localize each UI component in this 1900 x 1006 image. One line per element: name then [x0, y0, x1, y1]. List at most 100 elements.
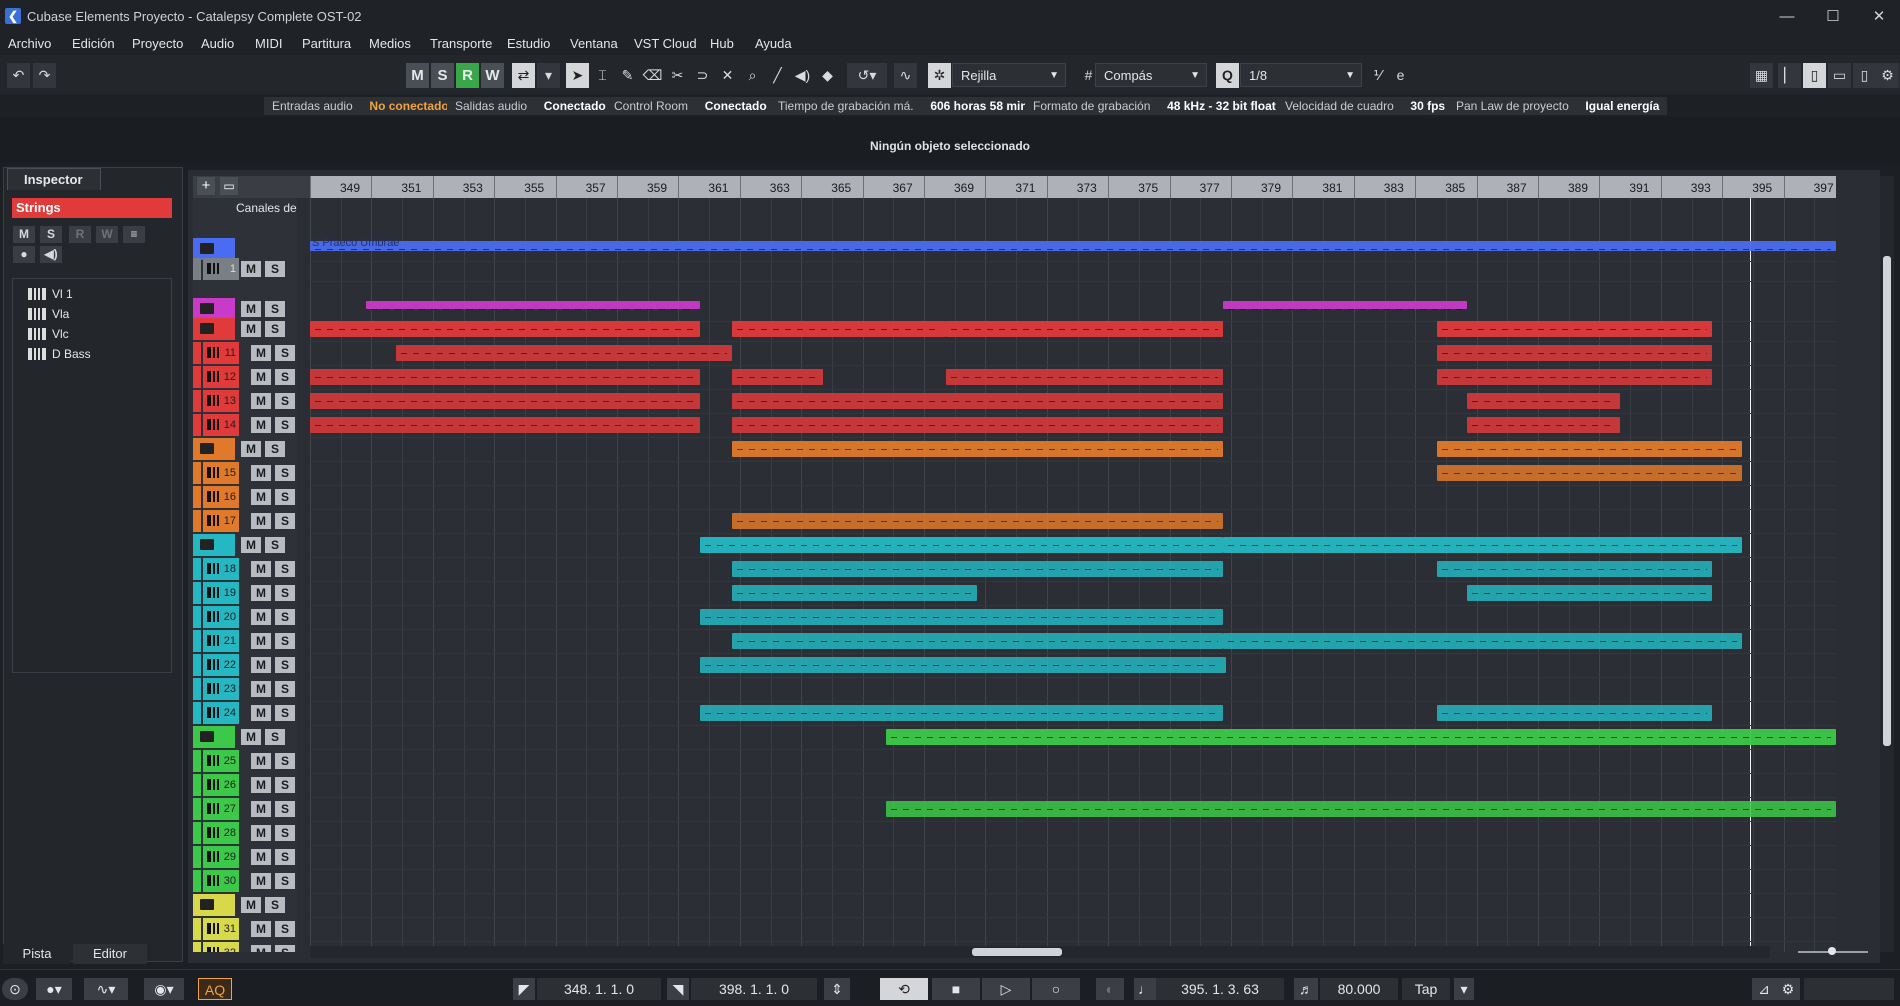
punch-icon[interactable]: ⇕	[824, 978, 850, 1000]
signature-menu-icon[interactable]: ▾	[1454, 978, 1474, 1000]
menu-hub[interactable]: Hub	[710, 36, 734, 51]
track-solo-button[interactable]: S	[275, 777, 295, 793]
inspector-mute-button[interactable]: M	[13, 226, 35, 243]
timeline-ruler[interactable]: 349 351 353 355 357 359 361 363 365 367 369 371 373 3…	[310, 176, 1836, 198]
add-track-icon[interactable]: +	[197, 177, 215, 195]
track-mute-button[interactable]: M	[251, 369, 271, 385]
track-mute-button[interactable]: M	[251, 465, 271, 481]
track-row[interactable]: 32 MS	[193, 942, 297, 952]
track-mute-button[interactable]: M	[251, 393, 271, 409]
midi-part[interactable]	[732, 393, 1223, 409]
midi-part[interactable]	[310, 321, 700, 337]
track-row[interactable]: 18 M S	[193, 558, 297, 580]
track-mute-button[interactable]: M	[251, 705, 271, 721]
left-locator-icon[interactable]: ◤	[513, 978, 535, 1000]
record-enable-icon[interactable]: ●	[13, 246, 35, 263]
color-tool-icon[interactable]: ◆	[816, 63, 839, 88]
track-solo-button[interactable]: S	[275, 945, 295, 952]
inspector-item[interactable]: Vl 1	[28, 287, 73, 301]
track-mute-button[interactable]: M	[251, 753, 271, 769]
track-row[interactable]: 28 M S	[193, 822, 297, 844]
menu-ventana[interactable]: Ventana	[570, 36, 618, 51]
track-solo-button[interactable]: S	[275, 513, 295, 529]
iterative-quantize-icon[interactable]: e	[1389, 63, 1412, 88]
left-locator-field[interactable]: 348. 1. 1. 0	[537, 978, 661, 1000]
midi-part[interactable]	[310, 241, 1836, 251]
track-mute-button[interactable]: M	[241, 321, 261, 337]
track-mute-button[interactable]: M	[251, 849, 271, 865]
track-solo-button[interactable]: S	[275, 657, 295, 673]
track-mute-button[interactable]: M	[251, 489, 271, 505]
horizontal-scrollbar[interactable]	[310, 946, 1770, 958]
line-icon[interactable]: ╱	[766, 63, 789, 88]
inspector-write-button[interactable]: W	[96, 226, 118, 243]
menu-vst-cloud[interactable]: VST Cloud	[634, 36, 697, 51]
track-mute-button[interactable]: M	[251, 777, 271, 793]
inspector-track-name[interactable]: Strings	[12, 198, 172, 218]
menu-edicion[interactable]: Edición	[72, 36, 115, 51]
solo-all-button[interactable]: S	[431, 63, 454, 88]
midi-part[interactable]	[732, 633, 1223, 649]
midi-part[interactable]	[1437, 465, 1742, 481]
track-solo-button[interactable]: S	[275, 753, 295, 769]
minimize-button[interactable]: —	[1764, 4, 1810, 30]
midi-part[interactable]	[1467, 393, 1620, 409]
track-row[interactable]	[193, 238, 297, 260]
redo-button[interactable]: ↷	[33, 63, 56, 88]
track-solo-button[interactable]: S	[275, 921, 295, 937]
track-row[interactable]: 16 M S	[193, 486, 297, 508]
midi-part[interactable]	[310, 393, 700, 409]
track-solo-button[interactable]: S	[275, 345, 295, 361]
midi-part[interactable]	[1223, 537, 1742, 553]
folder-icon[interactable]	[200, 539, 214, 550]
play-button[interactable]: ▷	[982, 978, 1030, 1000]
midi-part[interactable]	[310, 369, 700, 385]
track-solo-button[interactable]: S	[275, 393, 295, 409]
track-row[interactable]: 11 M S	[193, 342, 297, 364]
add-folder-icon[interactable]: ▭	[220, 177, 238, 195]
tap-tempo-button[interactable]: Tap	[1402, 978, 1450, 1000]
tab-editor[interactable]: Editor	[73, 944, 147, 964]
track-mute-button[interactable]: M	[251, 657, 271, 673]
track-solo-button[interactable]: S	[275, 585, 295, 601]
midi-part[interactable]	[1437, 321, 1712, 337]
midi-part[interactable]	[1223, 633, 1742, 649]
play-tool-icon[interactable]: ◀)	[791, 63, 814, 88]
track-row[interactable]: 21 M S	[193, 630, 297, 652]
track-mute-button[interactable]: M	[251, 561, 271, 577]
midi-part[interactable]	[886, 729, 1836, 745]
event-display[interactable]	[310, 198, 1836, 952]
monitor-icon[interactable]: ◀)	[40, 246, 62, 263]
record-button[interactable]: ○	[1032, 978, 1080, 1000]
read-automation-button[interactable]: R	[456, 63, 479, 88]
track-row[interactable]: 26 M S	[193, 774, 297, 796]
track-row[interactable]: 14 M S	[193, 414, 297, 436]
track-mute-button[interactable]: M	[251, 513, 271, 529]
zoom-handle[interactable]	[1828, 947, 1836, 955]
track-row[interactable]: 17 M S	[193, 510, 297, 532]
track-mute-button[interactable]: M	[241, 261, 261, 277]
midi-part[interactable]	[946, 321, 1223, 337]
track-solo-button[interactable]: S	[265, 321, 285, 337]
track-row[interactable]: 27 M S	[193, 798, 297, 820]
track-mute-button[interactable]: M	[251, 345, 271, 361]
midi-part[interactable]	[1437, 369, 1712, 385]
snap-toggle-icon[interactable]: ✲	[928, 63, 951, 88]
track-solo-button[interactable]: S	[275, 681, 295, 697]
track-mute-button[interactable]: M	[251, 609, 271, 625]
track-row[interactable]: 22 M S	[193, 654, 297, 676]
folder-icon[interactable]	[200, 323, 214, 334]
zoom-slider[interactable]	[1790, 945, 1880, 959]
cycle-button[interactable]: ⟲	[880, 978, 928, 1000]
midi-part[interactable]	[732, 585, 977, 601]
midi-part[interactable]	[700, 705, 1223, 721]
quantize-icon[interactable]: Q	[1216, 63, 1239, 88]
folder-icon[interactable]	[200, 731, 214, 742]
left-zone-icon[interactable]: ▏	[1778, 63, 1801, 88]
midi-part[interactable]	[700, 537, 1223, 553]
track-mute-button[interactable]: M	[251, 945, 271, 952]
right-locator-field[interactable]: 398. 1. 1. 0	[691, 978, 817, 1000]
snap-type-dropdown[interactable]: Rejilla ▼	[952, 63, 1066, 87]
track-row[interactable]: 12 M S	[193, 366, 297, 388]
menu-estudio[interactable]: Estudio	[507, 36, 550, 51]
